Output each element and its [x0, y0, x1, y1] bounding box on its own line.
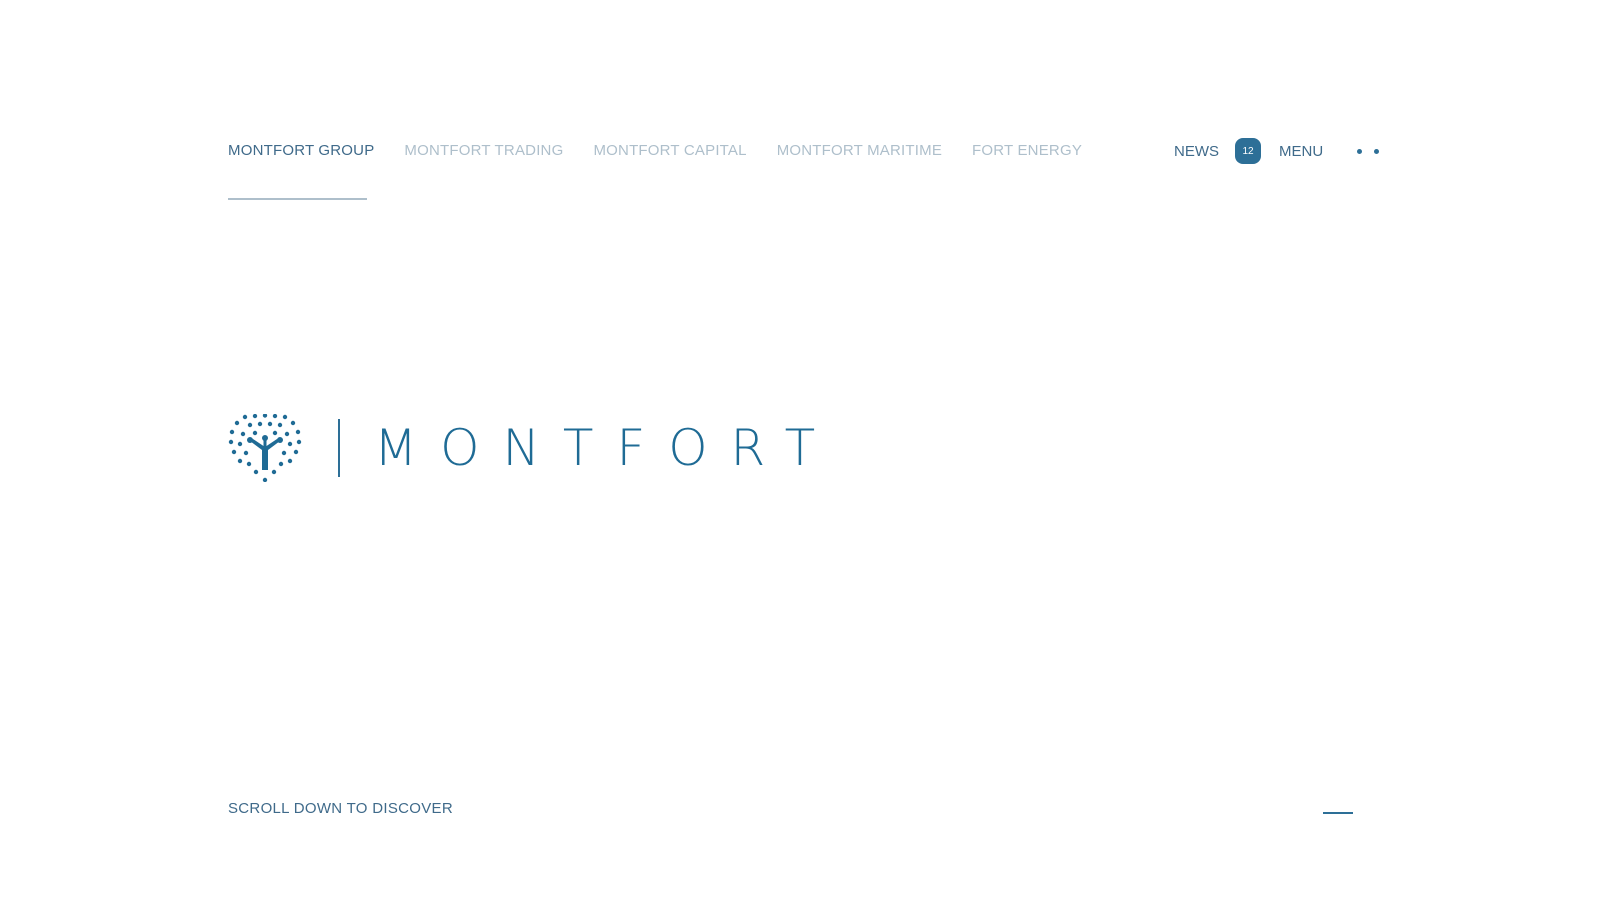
header-controls: NEWS 12 MENU: [1174, 138, 1380, 164]
montfort-logo: MONTFORT: [228, 414, 838, 482]
tree-emblem-icon: [228, 414, 302, 482]
scroll-indicator: [1323, 812, 1353, 814]
news-link[interactable]: NEWS: [1174, 143, 1219, 160]
logo-wordmark: MONTFORT: [374, 419, 839, 477]
nav-item-montfort-trading[interactable]: MONTFORT TRADING: [404, 142, 563, 159]
scroll-prompt[interactable]: SCROLL DOWN TO DISCOVER: [228, 800, 453, 817]
nav-item-montfort-maritime[interactable]: MONTFORT MARITIME: [777, 142, 942, 159]
active-nav-indicator: [228, 198, 367, 200]
news-count-badge[interactable]: 12: [1235, 138, 1261, 164]
dot: [1374, 148, 1380, 154]
nav-item-fort-energy[interactable]: FORT ENERGY: [972, 142, 1082, 159]
dot: [1357, 148, 1363, 154]
page: MONTFORT GROUP MONTFORT TRADING MONTFORT…: [0, 0, 1600, 900]
logo-divider: [338, 419, 340, 477]
nav-item-montfort-capital[interactable]: MONTFORT CAPITAL: [593, 142, 746, 159]
menu-button[interactable]: MENU: [1279, 143, 1323, 160]
top-navigation: MONTFORT GROUP MONTFORT TRADING MONTFORT…: [228, 142, 1112, 159]
nav-item-montfort-group[interactable]: MONTFORT GROUP: [228, 142, 374, 159]
more-options-icon[interactable]: [1357, 148, 1380, 154]
